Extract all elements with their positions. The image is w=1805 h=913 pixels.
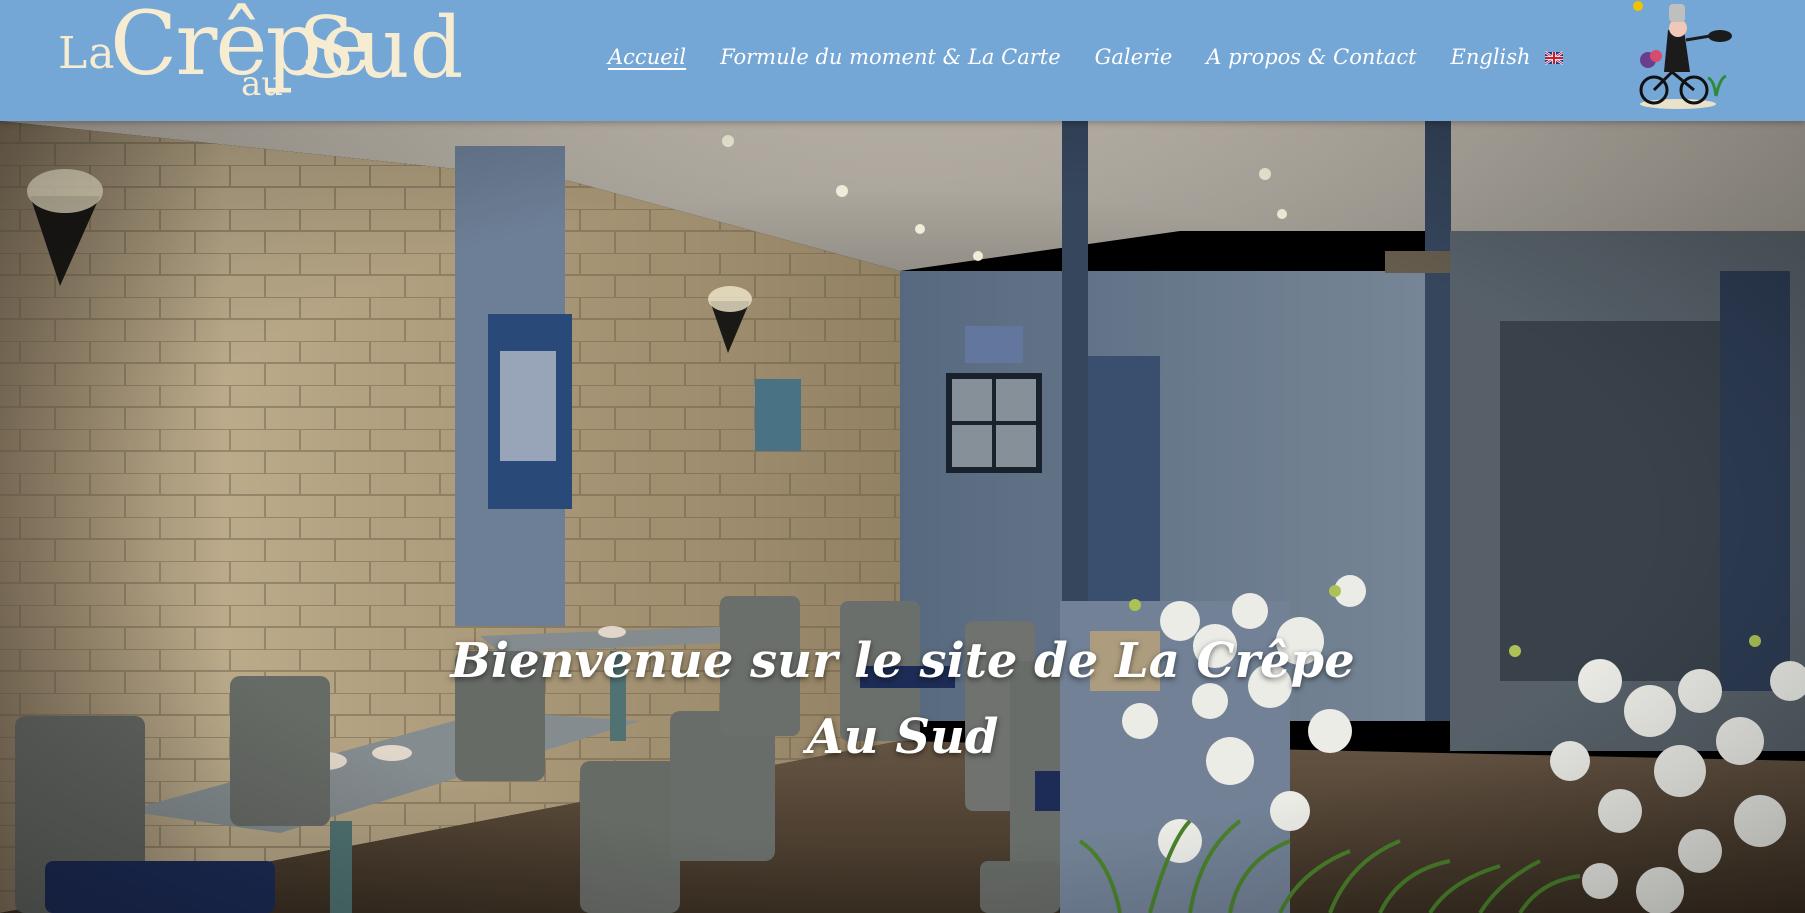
logo-au: au (241, 64, 284, 104)
nav-formule-carte[interactable]: Formule du moment & La Carte (720, 45, 1061, 69)
logo-la: La (58, 28, 116, 79)
site-logo[interactable]: La Crêpe au Sud (58, 0, 463, 110)
logo-sud: Sud (298, 0, 464, 97)
nav-apropos-contact[interactable]: A propos & Contact (1206, 45, 1416, 69)
nav-accueil[interactable]: Accueil (608, 45, 686, 69)
nav-galerie[interactable]: Galerie (1095, 45, 1173, 69)
hero-title: Bienvenue sur le site de La Crêpe Au Sud (0, 623, 1805, 775)
nav-english[interactable]: English (1451, 45, 1564, 69)
site-header: La Crêpe au Sud Accueil Formule du momen… (0, 0, 1805, 121)
restaurant-interior-photo (0, 121, 1805, 913)
hero-section: Bienvenue sur le site de La Crêpe Au Sud (0, 121, 1805, 913)
hero-title-line2: Au Sud (806, 709, 999, 766)
main-nav: Accueil Formule du moment & La Carte Gal… (608, 42, 1597, 72)
nav-english-label: English (1450, 45, 1531, 69)
uk-flag-icon (1545, 51, 1564, 65)
cyclist-mascot-icon (1633, 1, 1732, 109)
hero-title-line1: Bienvenue sur le site de La Crêpe (450, 633, 1355, 690)
